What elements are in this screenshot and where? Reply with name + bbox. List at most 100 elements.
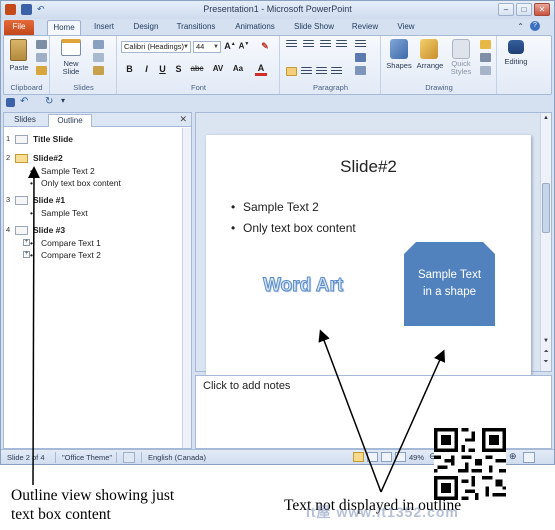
font-color-button[interactable]: A	[255, 64, 267, 76]
normal-view-button[interactable]	[353, 452, 364, 462]
theme-name[interactable]: "Office Theme"	[62, 453, 112, 462]
zoom-level[interactable]: 49%	[409, 453, 424, 462]
outline-slide-2[interactable]: 2 Slide#2	[6, 152, 176, 164]
clear-formatting-icon[interactable]: ✎	[258, 41, 272, 52]
shape-effects-icon[interactable]	[480, 66, 491, 75]
slide-scrollbar[interactable]: ▲ ▼ ⏶ ⏷	[540, 113, 551, 371]
scroll-up-icon[interactable]: ▲	[542, 115, 550, 121]
outline-slide-title[interactable]: Title Slide	[33, 133, 73, 145]
character-spacing-button[interactable]: AV	[210, 64, 226, 73]
outline-item[interactable]: • Sample Text	[6, 207, 176, 219]
format-painter-icon[interactable]	[36, 66, 47, 75]
section-icon[interactable]	[93, 66, 104, 75]
paste-icon[interactable]	[10, 39, 27, 61]
outline-item-text[interactable]: Compare Text 2	[41, 249, 101, 261]
tab-animations[interactable]: Animations	[229, 20, 281, 35]
slide-bullet[interactable]: • Sample Text 2	[231, 200, 319, 214]
tab-view[interactable]: View	[391, 20, 421, 35]
reading-view-button[interactable]	[381, 452, 392, 462]
previous-slide-icon[interactable]: ⏶	[542, 349, 550, 356]
tab-home[interactable]: Home	[47, 20, 81, 35]
notes-placeholder[interactable]: Click to add notes	[203, 380, 290, 392]
slide-title[interactable]: Slide#2	[206, 157, 531, 177]
maximize-button[interactable]: □	[516, 3, 532, 16]
slide-show-view-button[interactable]	[395, 452, 406, 462]
italic-button[interactable]: I	[141, 64, 152, 74]
expand-icon[interactable]: +	[23, 251, 30, 258]
outline-item[interactable]: • Only text box content	[6, 177, 176, 189]
slide-bullet[interactable]: • Only text box content	[231, 221, 356, 235]
expand-icon[interactable]: +	[23, 239, 30, 246]
close-button[interactable]: ✕	[534, 3, 550, 16]
shapes-label[interactable]: Shapes	[382, 62, 416, 70]
tab-review[interactable]: Review	[347, 20, 383, 35]
align-right-icon[interactable]	[316, 67, 327, 76]
slide-canvas[interactable]: Slide#2 • Sample Text 2 • Only text box co…	[206, 135, 531, 379]
increase-indent-icon[interactable]	[336, 40, 347, 49]
redo-icon[interactable]: ↻	[45, 96, 57, 107]
editing-label[interactable]: Editing	[498, 58, 534, 66]
binoculars-icon[interactable]	[508, 40, 524, 54]
tab-design[interactable]: Design	[127, 20, 165, 35]
ribbon-minimize-icon[interactable]: ⌃	[517, 22, 524, 31]
tab-slides[interactable]: Slides	[6, 114, 44, 127]
next-slide-icon[interactable]: ⏷	[542, 359, 550, 366]
tab-slide-show[interactable]: Slide Show	[289, 20, 339, 35]
outline-item-text[interactable]: Sample Text 2	[41, 165, 95, 177]
font-name-select[interactable]: Calibri (Headings) ▼	[121, 41, 191, 53]
customize-qat-icon[interactable]: ▾	[61, 96, 71, 107]
layout-icon[interactable]	[93, 40, 104, 49]
minimize-button[interactable]: –	[498, 3, 514, 16]
outline-slide-1[interactable]: 1 Title Slide	[6, 133, 176, 145]
slide-sorter-view-button[interactable]	[367, 452, 378, 462]
spelling-check-icon[interactable]	[123, 452, 135, 463]
text-direction-icon[interactable]	[355, 53, 366, 62]
outline-item[interactable]: • Sample Text 2	[6, 165, 176, 177]
font-size-select[interactable]: 44 ▼	[193, 41, 221, 53]
reset-icon[interactable]	[93, 53, 104, 62]
text-shadow-button[interactable]: S	[173, 64, 184, 74]
outline-slide-title[interactable]: Slide #1	[33, 194, 65, 206]
new-slide-icon[interactable]	[61, 39, 81, 56]
scroll-thumb[interactable]	[542, 183, 550, 233]
outline-scrollbar[interactable]	[182, 128, 191, 448]
scroll-down-icon[interactable]: ▼	[542, 338, 550, 344]
cut-icon[interactable]	[36, 40, 47, 49]
numbering-icon[interactable]	[303, 40, 314, 49]
word-art[interactable]: Word Art	[262, 275, 343, 297]
text-shape[interactable]: Sample Text in a shape	[404, 242, 495, 326]
align-center-icon[interactable]	[301, 67, 312, 76]
undo-icon[interactable]: ↶	[20, 96, 32, 107]
align-left-icon[interactable]	[286, 67, 297, 76]
strikethrough-button[interactable]: abc	[188, 64, 206, 73]
shrink-font-button[interactable]: A▼	[238, 41, 250, 51]
outline-item[interactable]: + • Compare Text 2	[6, 249, 176, 261]
outline-slide-4[interactable]: 4 Slide #3	[6, 224, 176, 236]
language-indicator[interactable]: English (Canada)	[148, 453, 206, 462]
change-case-button[interactable]: Aa	[230, 64, 246, 73]
quick-styles-icon[interactable]	[452, 39, 470, 59]
line-spacing-icon[interactable]	[355, 40, 366, 49]
outline-item[interactable]: + • Compare Text 1	[6, 237, 176, 249]
help-icon[interactable]: ?	[530, 21, 540, 31]
zoom-in-icon[interactable]: ⊕	[509, 451, 517, 462]
fit-slide-icon[interactable]	[523, 452, 535, 463]
copy-icon[interactable]	[36, 53, 47, 62]
bullets-icon[interactable]	[286, 40, 297, 49]
tab-file[interactable]: File	[4, 20, 34, 35]
decrease-indent-icon[interactable]	[320, 40, 331, 49]
underline-button[interactable]: U	[157, 64, 168, 74]
justify-icon[interactable]	[331, 67, 342, 76]
quick-styles-label[interactable]: Quick Styles	[446, 60, 476, 76]
outline-item-text[interactable]: Only text box content	[41, 177, 121, 189]
outline-slide-title[interactable]: Slide #3	[33, 224, 65, 236]
align-text-icon[interactable]	[355, 66, 366, 75]
outline-slide-title[interactable]: Slide#2	[33, 152, 63, 164]
shape-fill-icon[interactable]	[480, 40, 491, 49]
tab-outline[interactable]: Outline	[48, 114, 92, 127]
tab-insert[interactable]: Insert	[87, 20, 121, 35]
bold-button[interactable]: B	[124, 64, 135, 74]
shape-outline-icon[interactable]	[480, 53, 491, 62]
close-icon[interactable]: ✕	[179, 114, 187, 125]
tab-transitions[interactable]: Transitions	[171, 20, 221, 35]
